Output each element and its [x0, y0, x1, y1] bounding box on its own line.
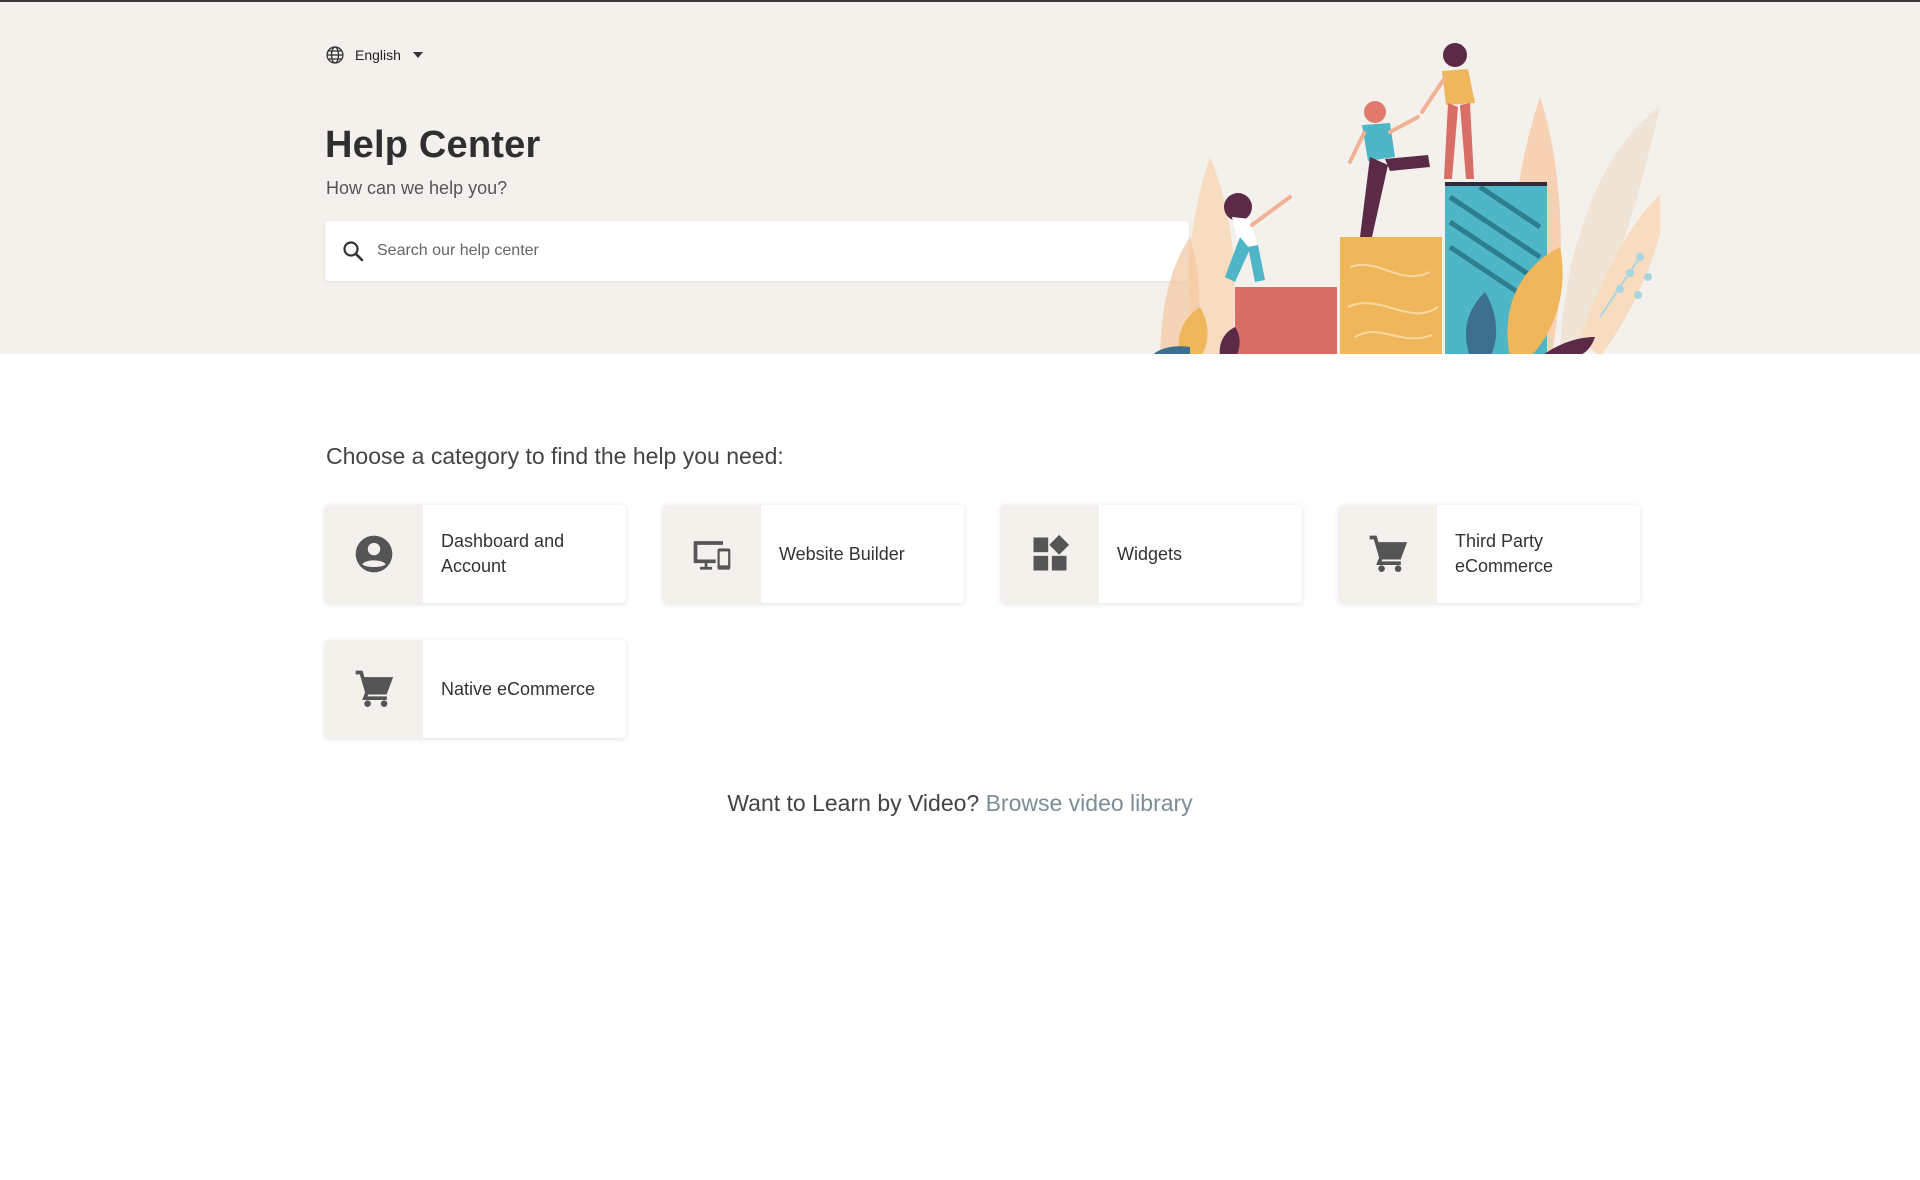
language-label: English — [355, 47, 401, 63]
category-icon-box — [1001, 505, 1099, 603]
category-card-third-party-ecommerce[interactable]: Third Party eCommerce — [1339, 505, 1640, 603]
category-label: Native eCommerce — [441, 678, 596, 699]
category-label: Widgets — [1117, 543, 1183, 564]
page-subtitle: How can we help you? — [326, 178, 508, 198]
category-label: Dashboard and Account — [441, 531, 565, 576]
category-icon-box — [1339, 505, 1437, 603]
category-card-website-builder[interactable]: Website Builder — [663, 505, 964, 603]
hero-illustration — [1153, 43, 1660, 354]
category-card-widgets[interactable]: Widgets — [1001, 505, 1302, 603]
video-prompt-text: Want to Learn by Video? — [727, 790, 980, 816]
category-card-native-ecommerce[interactable]: Native eCommerce — [325, 640, 626, 738]
widgets-icon — [1033, 534, 1070, 571]
caret-down-icon — [412, 52, 423, 58]
category-icon-box — [325, 640, 423, 738]
category-label: Website Builder — [779, 543, 905, 564]
devices-icon — [693, 541, 731, 570]
globe-icon — [326, 46, 344, 64]
language-selector[interactable]: English — [325, 45, 423, 65]
hero-banner: English Help Center How can we help you? — [0, 2, 1920, 354]
video-prompt: Want to Learn by Video? Browse video lib… — [0, 790, 1920, 817]
category-label: Third Party eCommerce — [1455, 531, 1554, 576]
category-icon-box — [325, 505, 423, 603]
shopping-cart-icon — [355, 670, 394, 707]
shopping-cart-icon — [1369, 535, 1408, 572]
search-bar[interactable] — [325, 221, 1189, 281]
search-input[interactable] — [377, 231, 1157, 271]
category-icon-box — [663, 505, 761, 603]
search-icon — [343, 241, 364, 262]
browse-video-library-link[interactable]: Browse video library — [986, 790, 1193, 816]
account-circle-icon — [355, 535, 393, 573]
category-card-dashboard-account[interactable]: Dashboard and Account — [325, 505, 626, 603]
categories-heading: Choose a category to find the help you n… — [326, 443, 784, 469]
page-title: Help Center — [325, 124, 541, 166]
